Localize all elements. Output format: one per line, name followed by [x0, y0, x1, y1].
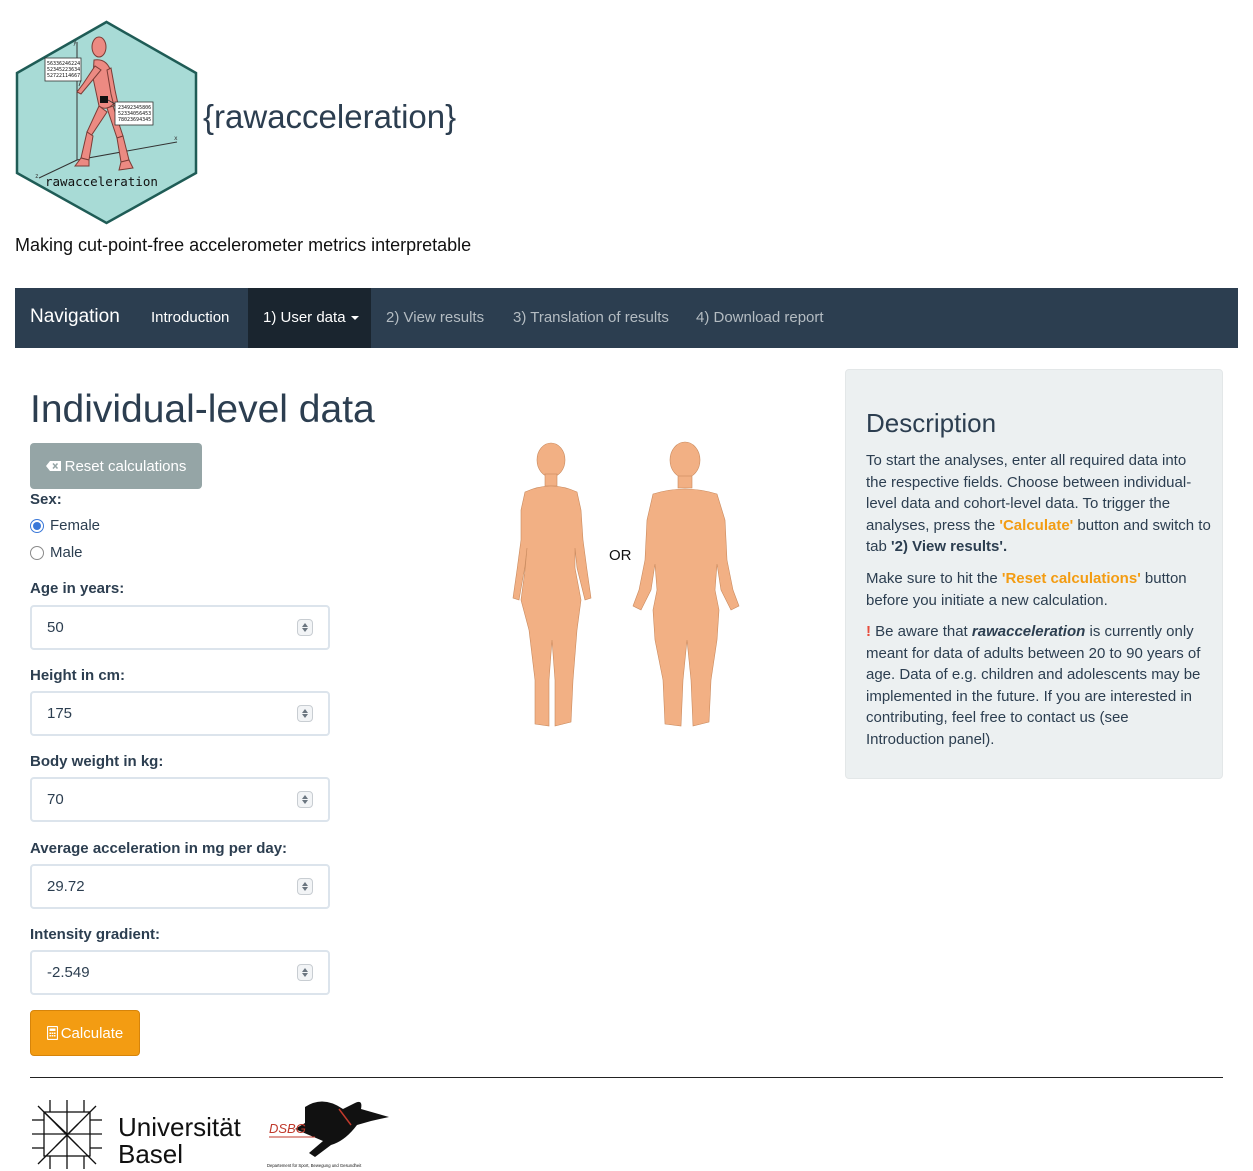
tagline: Making cut-point-free accelerometer metr…: [15, 235, 472, 255]
sex-option-male[interactable]: Male: [30, 544, 83, 561]
tab-translation-of-results[interactable]: 3) Translation of results: [498, 288, 684, 348]
university-name-line1: Universität: [118, 1112, 241, 1142]
reset-highlight: 'Reset calculations': [1001, 570, 1141, 587]
spinner-icon[interactable]: [297, 964, 313, 981]
navbar: Navigation Introduction 1) User data 2) …: [15, 288, 1238, 348]
height-label: Height in cm:: [30, 667, 126, 684]
age-value: 50: [47, 619, 64, 636]
acceleration-value: 29.72: [47, 878, 85, 895]
university-basel-logo-icon: [32, 1100, 102, 1169]
rawacceleration-hex-logo: y x z 56336246224 52345223634 5272211466…: [15, 20, 198, 225]
tab-user-data[interactable]: 1) User data: [248, 288, 371, 348]
male-silhouette-icon: [632, 441, 740, 727]
svg-text:Departement für Sport, Bewegun: Departement für Sport, Bewegung und Gesu…: [267, 1163, 362, 1168]
tab-user-data-label: 1) User data: [263, 309, 346, 326]
sex-option-female[interactable]: Female: [30, 517, 100, 534]
app-title: {rawacceleration}: [203, 98, 457, 135]
svg-text:z: z: [35, 173, 39, 180]
radio-male[interactable]: [30, 545, 44, 560]
height-value: 175: [47, 705, 73, 722]
tab-view-results[interactable]: 2) View results: [371, 288, 499, 348]
tab-translation-label: 3) Translation of results: [513, 309, 669, 326]
description-paragraph-2: Make sure to hit the 'Reset calculations…: [866, 568, 1211, 611]
description-text: Make sure to hit the: [866, 570, 1002, 587]
height-input[interactable]: 175: [30, 691, 330, 736]
tab-download-label: 4) Download report: [696, 309, 824, 326]
caret-down-icon: [350, 316, 359, 321]
age-input[interactable]: 50: [30, 605, 330, 650]
svg-text:52722114667: 52722114667: [47, 73, 80, 79]
body-silhouettes-figure: [512, 441, 740, 727]
description-title: Description: [866, 408, 997, 438]
university-name-line2: Basel: [118, 1139, 184, 1169]
calculate-button[interactable]: Calculate: [30, 1010, 140, 1056]
weight-input[interactable]: 70: [30, 777, 330, 822]
spinner-icon[interactable]: [297, 791, 313, 808]
footer-divider: [30, 1077, 1223, 1078]
navbar-brand[interactable]: Navigation: [30, 306, 120, 328]
description-text: is currently only meant for data of adul…: [866, 623, 1201, 748]
svg-text:DSBG: DSBG: [269, 1121, 306, 1136]
backspace-icon: [45, 461, 61, 471]
description-text: Be aware that: [871, 623, 972, 640]
acceleration-input[interactable]: 29.72: [30, 864, 330, 909]
svg-text:rawacceleration: rawacceleration: [45, 174, 158, 189]
tab-introduction-label: Introduction: [151, 309, 230, 326]
female-silhouette-icon: [512, 442, 592, 727]
spinner-icon[interactable]: [297, 705, 313, 722]
calculate-label: Calculate: [60, 1024, 124, 1042]
university-basel-wordmark: Universität Basel: [118, 1114, 241, 1168]
description-paragraph-1: To start the analyses, enter all require…: [866, 450, 1211, 558]
description-paragraph-3: ! Be aware that rawacceleration is curre…: [866, 621, 1211, 750]
weight-value: 70: [47, 791, 64, 808]
spinner-icon[interactable]: [297, 619, 313, 636]
reset-calculations-button[interactable]: Reset calculations: [30, 443, 202, 489]
svg-text:y: y: [73, 39, 77, 46]
svg-text:x: x: [174, 135, 178, 142]
intensity-gradient-label: Intensity gradient:: [30, 926, 161, 943]
tab-download-report[interactable]: 4) Download report: [681, 288, 839, 348]
calculate-highlight: 'Calculate': [999, 516, 1074, 534]
or-label: OR: [609, 547, 632, 564]
tab-view-results-label: 2) View results: [386, 309, 485, 326]
radio-male-label: Male: [50, 544, 83, 561]
dsbg-logo-icon: DSBG Departement für Sport, Bewegung und…: [267, 1101, 389, 1168]
calculator-icon: [46, 1026, 58, 1040]
sex-label: Sex:: [30, 491, 62, 508]
reset-calculations-label: Reset calculations: [64, 457, 187, 475]
tab-introduction[interactable]: Introduction: [136, 288, 244, 348]
acceleration-label: Average acceleration in mg per day:: [30, 840, 288, 857]
section-title: Individual-level data: [30, 388, 375, 431]
view-results-highlight: '2) View results'.: [891, 538, 1008, 555]
intensity-gradient-value: -2.549: [47, 964, 90, 981]
radio-female-label: Female: [50, 517, 101, 534]
weight-label: Body weight in kg:: [30, 753, 164, 770]
package-name: rawacceleration: [971, 623, 1086, 640]
radio-female[interactable]: [30, 518, 44, 533]
intensity-gradient-input[interactable]: -2.549: [30, 950, 330, 995]
svg-text:78023694345: 78023694345: [118, 117, 151, 123]
spinner-icon[interactable]: [297, 878, 313, 895]
age-label: Age in years:: [30, 580, 125, 597]
description-panel: Description To start the analyses, enter…: [845, 369, 1223, 779]
